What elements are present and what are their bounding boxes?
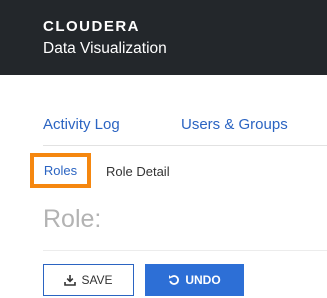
breadcrumb-roles-link[interactable]: Roles	[30, 153, 91, 188]
page-title: Role:	[43, 205, 102, 233]
nav-activity-log[interactable]: Activity Log	[43, 116, 120, 133]
app-header: CLOUDERA Data Visualization	[0, 0, 327, 75]
undo-button-label: UNDO	[185, 273, 221, 287]
product-name: Data Visualization	[43, 40, 167, 57]
save-button-label: SAVE	[81, 273, 113, 287]
top-nav: Activity Log Users & Groups	[0, 75, 327, 145]
download-icon	[64, 274, 77, 286]
save-button[interactable]: SAVE	[43, 264, 134, 296]
brand-logo: CLOUDERA	[43, 18, 140, 35]
nav-users-groups[interactable]: Users & Groups	[181, 116, 288, 133]
title-divider	[43, 250, 327, 251]
undo-icon	[168, 274, 180, 286]
undo-button[interactable]: UNDO	[145, 264, 244, 296]
breadcrumb-role-detail: Role Detail	[106, 164, 170, 179]
nav-divider	[43, 145, 327, 146]
